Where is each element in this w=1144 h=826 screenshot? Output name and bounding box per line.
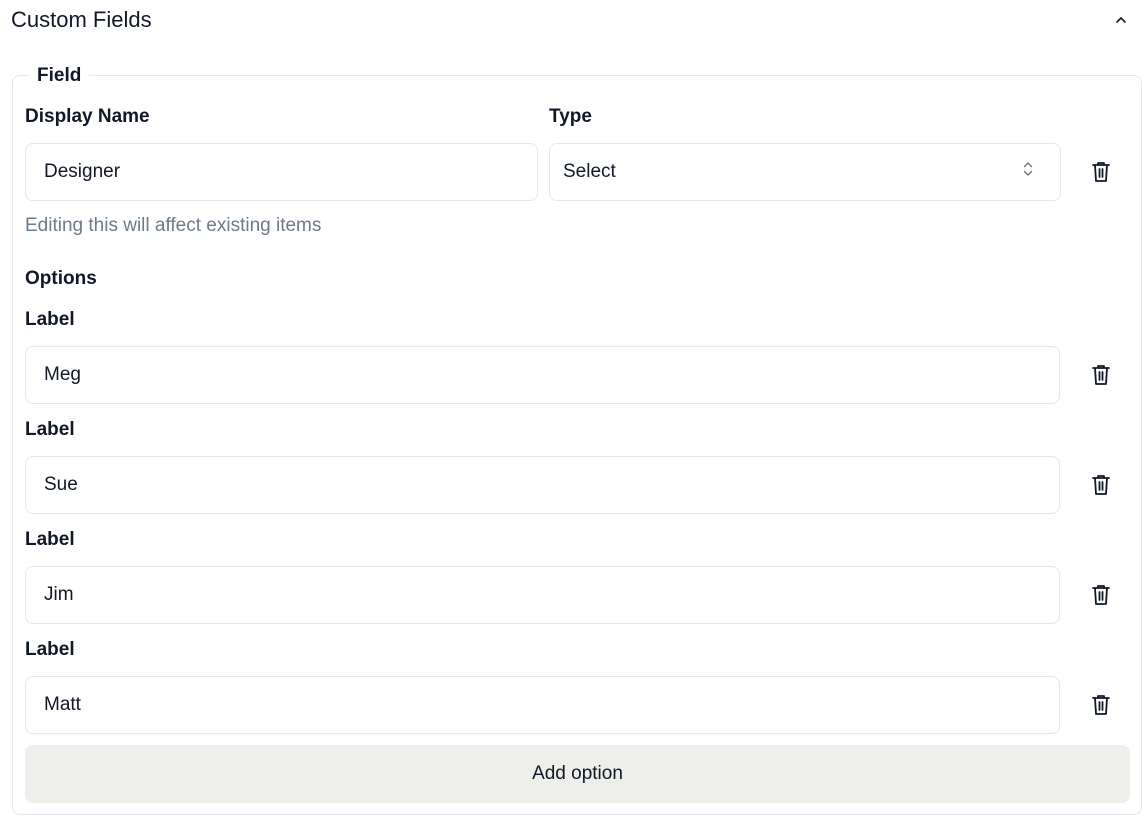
type-label: Type [549,106,592,127]
option-value: Meg [44,364,81,385]
trash-icon [1092,475,1110,495]
option-value: Matt [44,694,81,715]
display-name-input[interactable]: Designer [25,143,538,201]
display-name-value: Designer [44,161,121,182]
type-select-value: Select [563,161,616,182]
field-fieldset: Field Display Name Type Designer Select … [12,64,1142,815]
options-heading: Options [25,268,97,289]
section-title: Custom Fields [11,7,152,32]
trash-icon [1092,365,1110,385]
trash-icon [1092,585,1110,605]
custom-fields-header: Custom Fields [11,0,1137,40]
option-input[interactable]: Matt [25,676,1060,734]
option-label: Label [25,419,75,440]
delete-option-button[interactable] [1087,691,1115,719]
display-name-label: Display Name [25,106,150,127]
delete-option-button[interactable] [1087,361,1115,389]
option-value: Jim [44,584,74,605]
field-hint: Editing this will affect existing items [25,215,322,236]
option-input[interactable]: Meg [25,346,1060,404]
delete-option-button[interactable] [1087,581,1115,609]
chevron-up-down-icon [1022,160,1034,184]
option-label: Label [25,639,75,660]
option-label: Label [25,529,75,550]
add-option-button[interactable]: Add option [25,745,1130,803]
option-input[interactable]: Jim [25,566,1060,624]
option-label: Label [25,309,75,330]
type-select[interactable]: Select [549,143,1061,201]
option-value: Sue [44,474,78,495]
chevron-up-icon[interactable] [1109,8,1133,32]
trash-icon [1092,695,1110,715]
delete-option-button[interactable] [1087,471,1115,499]
fieldset-legend: Field [29,64,90,88]
trash-icon [1092,162,1110,182]
delete-field-button[interactable] [1087,158,1115,186]
option-input[interactable]: Sue [25,456,1060,514]
